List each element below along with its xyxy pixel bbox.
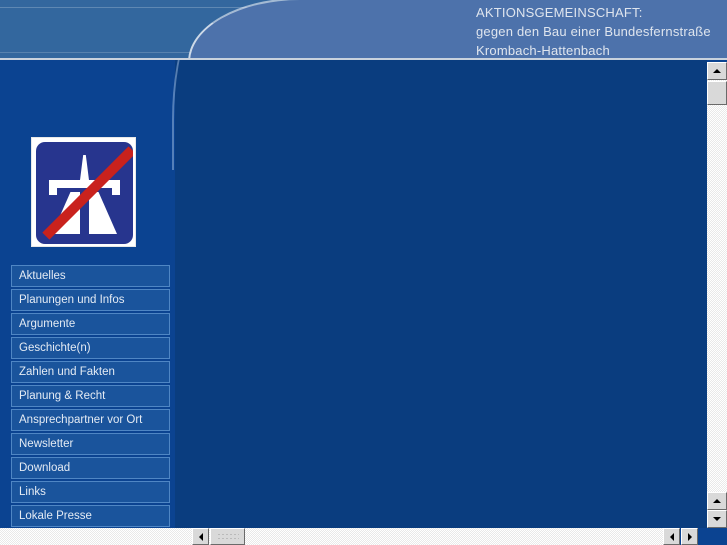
autobahn-right-lane [89, 192, 117, 234]
sidebar-item-label: Planung & Recht [19, 390, 106, 402]
arrow-up-icon [713, 69, 721, 73]
scroll-right-button[interactable] [681, 528, 698, 545]
sidebar-item-label: Planungen und Infos [19, 294, 125, 306]
sidebar-item-label: Newsletter [19, 438, 74, 450]
horizontal-scrollbar[interactable] [192, 528, 727, 545]
scroll-left-button-end[interactable] [663, 528, 680, 545]
horizontal-scrollbar-track[interactable] [209, 528, 663, 545]
thumb-grip-icon [216, 532, 239, 541]
site-header: AKTIONSGEMEINSCHAFT: gegen den Bau einer… [0, 0, 727, 60]
arrow-up-icon [713, 499, 721, 503]
end-of-motorway-sign-icon [36, 142, 133, 244]
arrow-down-icon [713, 517, 721, 521]
sidebar-item-label: Aktuelles [19, 270, 66, 282]
sidebar-item-planungen-und-infos[interactable]: Planungen und Infos [11, 289, 170, 311]
sidebar-item-ansprechpartner-vor-ort[interactable]: Ansprechpartner vor Ort [11, 409, 170, 431]
autobahn-bridge-right-post [112, 180, 120, 195]
horizontal-scrollbar-thumb[interactable] [210, 528, 245, 545]
sidebar-item-argumente[interactable]: Argumente [11, 313, 170, 335]
sidebar-item-zahlen-und-fakten[interactable]: Zahlen und Fakten [11, 361, 170, 383]
sidebar-item-label: Links [19, 486, 46, 498]
sidebar-item-geschichten[interactable]: Geschichte(n) [11, 337, 170, 359]
logo [31, 137, 136, 247]
site-title-line-2: gegen den Bau einer Bundesfernstraße [476, 24, 711, 39]
vertical-scrollbar-track[interactable] [707, 80, 727, 510]
site-title-line-1: AKTIONSGEMEINSCHAFT: [476, 5, 643, 20]
sidebar-item-newsletter[interactable]: Newsletter [11, 433, 170, 455]
scroll-down-button[interactable] [707, 510, 727, 528]
sidebar-item-label: Geschichte(n) [19, 342, 91, 354]
arrow-left-icon [669, 532, 674, 541]
scroll-up-button-bottom[interactable] [707, 492, 727, 510]
autobahn-bridge-bar [49, 180, 120, 188]
scroll-left-button[interactable] [192, 528, 209, 545]
page-root: AKTIONSGEMEINSCHAFT: gegen den Bau einer… [0, 0, 727, 545]
vertical-scrollbar[interactable] [707, 62, 727, 528]
site-title: AKTIONSGEMEINSCHAFT: gegen den Bau einer… [476, 3, 727, 60]
arrow-left-icon [198, 532, 203, 541]
sidebar-item-lokale-presse[interactable]: Lokale Presse [11, 505, 170, 527]
arrow-right-icon [687, 532, 692, 541]
sidebar-item-label: Ansprechpartner vor Ort [19, 414, 143, 426]
vertical-scrollbar-thumb[interactable] [707, 81, 727, 105]
sidebar-item-links[interactable]: Links [11, 481, 170, 503]
sidebar-nav: Aktuelles Planungen und Infos Argumente … [11, 265, 170, 545]
scrollbar-corner [0, 528, 192, 545]
sidebar-item-label: Zahlen und Fakten [19, 366, 115, 378]
sidebar-item-aktuelles[interactable]: Aktuelles [11, 265, 170, 287]
sidebar-item-label: Lokale Presse [19, 510, 92, 522]
scroll-up-button[interactable] [707, 62, 727, 80]
sidebar-item-label: Argumente [19, 318, 76, 330]
sidebar-item-download[interactable]: Download [11, 457, 170, 479]
autobahn-bridge-left-post [49, 180, 57, 195]
sidebar-item-planung-und-recht[interactable]: Planung & Recht [11, 385, 170, 407]
content-area [175, 60, 707, 528]
sidebar-item-label: Download [19, 462, 71, 474]
sidebar: Aktuelles Planungen und Infos Argumente … [0, 60, 175, 545]
